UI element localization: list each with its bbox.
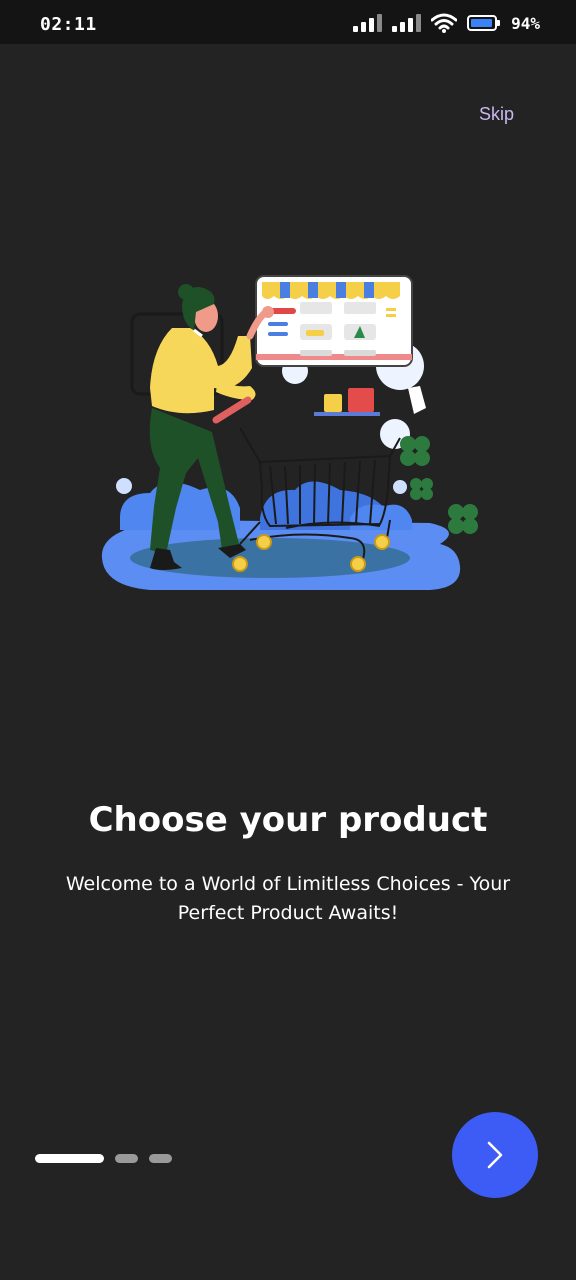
signal-icon <box>392 14 422 32</box>
onboarding-screen: 02:11 94% Skip Choose your product Welco… <box>0 0 576 1280</box>
chevron-right-icon <box>487 1141 503 1169</box>
page-dot-3 <box>149 1154 172 1163</box>
battery-fill <box>471 19 492 27</box>
signal-icon <box>353 14 383 32</box>
page-indicator <box>35 1154 172 1163</box>
battery-percent: 94% <box>511 13 540 33</box>
skip-button[interactable]: Skip <box>479 104 514 125</box>
status-time: 02:11 <box>40 14 97 35</box>
status-bar: 02:11 94% <box>0 0 576 44</box>
page-dot-1 <box>35 1154 104 1163</box>
onboarding-title: Choose your product <box>88 800 488 840</box>
status-icons: 94% <box>353 12 540 34</box>
next-button[interactable] <box>452 1112 538 1198</box>
battery-icon <box>467 15 501 31</box>
wifi-icon <box>431 13 458 33</box>
shopping-cart-illustration <box>101 275 478 590</box>
page-dot-2 <box>115 1154 138 1163</box>
onboarding-subtitle: Welcome to a World of Limitless Choices … <box>65 873 511 924</box>
